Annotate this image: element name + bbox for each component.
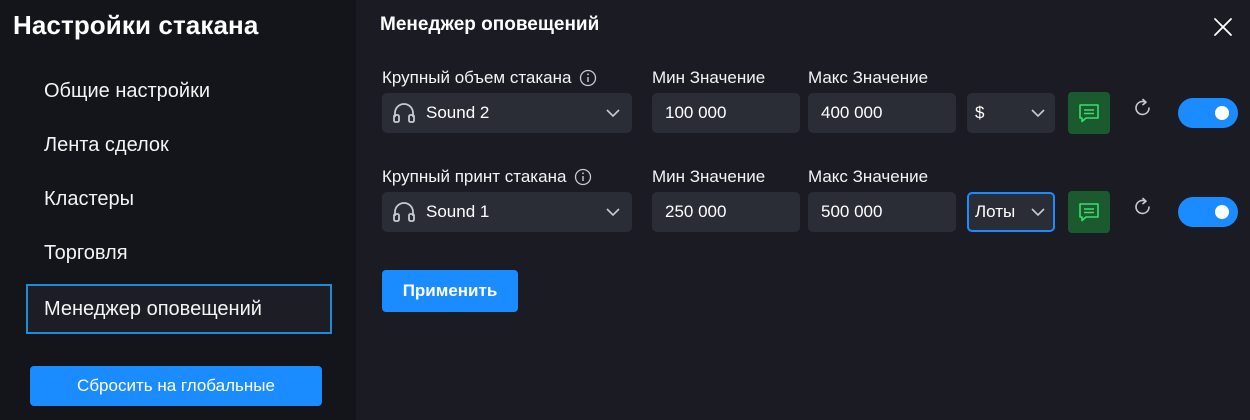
reset-to-global-button[interactable]: Сбросить на глобальные: [30, 366, 322, 406]
chevron-down-icon: [606, 207, 620, 217]
message-button[interactable]: [1068, 92, 1110, 134]
sidebar-item-label: Лента сделок: [44, 133, 169, 156]
sidebar: Настройки стакана Общие настройки Лента …: [0, 0, 356, 420]
max-value-input[interactable]: 500 000: [808, 192, 956, 232]
chevron-down-icon: [1031, 207, 1045, 217]
max-value-label: Макс Значение: [808, 68, 929, 87]
max-value-text: 400 000: [821, 103, 883, 122]
sidebar-item-trading[interactable]: Торговля: [26, 228, 332, 278]
alert-row-label: Крупный принт стакана: [382, 167, 592, 187]
alert-enabled-toggle[interactable]: [1178, 197, 1238, 227]
chevron-down-icon: [606, 108, 620, 118]
max-value-label: Макс Значение: [808, 167, 929, 186]
sidebar-item-label: Торговля: [44, 241, 128, 264]
min-value-input[interactable]: 100 000: [652, 93, 800, 133]
alert-row-label: Крупный объем стакана: [382, 68, 597, 88]
sidebar-item-label: Общие настройки: [44, 79, 210, 102]
min-value-label: Мин Значение: [652, 167, 766, 186]
close-icon: [1214, 18, 1232, 36]
close-button[interactable]: [1210, 14, 1236, 40]
unit-select[interactable]: $: [967, 93, 1055, 133]
refresh-button[interactable]: [1132, 196, 1154, 218]
sidebar-item-alert-manager[interactable]: Менеджер оповещений: [26, 284, 332, 334]
chevron-down-icon: [1031, 108, 1045, 118]
refresh-icon: [1135, 197, 1150, 215]
max-value-text: 500 000: [821, 202, 883, 221]
max-value-input[interactable]: 400 000: [808, 93, 956, 133]
refresh-icon: [1135, 98, 1150, 116]
refresh-button[interactable]: [1132, 97, 1154, 119]
sound-select-value: Sound 2: [426, 103, 490, 122]
min-value-label: Мин Значение: [652, 68, 766, 87]
sidebar-item-general[interactable]: Общие настройки: [26, 66, 332, 116]
sidebar-item-label: Менеджер оповещений: [44, 297, 262, 320]
min-value-text: 250 000: [665, 202, 727, 221]
info-icon[interactable]: [579, 69, 597, 87]
message-button[interactable]: [1068, 191, 1110, 233]
alert-row-label-text: Крупный объем стакана: [382, 68, 572, 87]
sidebar-item-label: Кластеры: [44, 187, 134, 210]
message-icon: [1079, 203, 1099, 222]
alert-row-label-text: Крупный принт стакана: [382, 167, 567, 186]
toggle-knob: [1215, 205, 1229, 219]
info-icon[interactable]: [574, 168, 592, 186]
unit-select-value: $: [975, 103, 985, 122]
min-value-input[interactable]: 250 000: [652, 192, 800, 232]
sidebar-title: Настройки стакана: [13, 10, 259, 40]
sound-select-value: Sound 1: [426, 202, 490, 221]
apply-button[interactable]: Применить: [382, 270, 518, 312]
headphones-icon: [393, 103, 415, 123]
alert-enabled-toggle[interactable]: [1178, 98, 1238, 128]
unit-select-value: Лоты: [975, 202, 1016, 221]
headphones-icon: [393, 202, 415, 222]
min-value-text: 100 000: [665, 103, 727, 122]
unit-select[interactable]: Лоты: [967, 192, 1055, 232]
sidebar-item-clusters[interactable]: Кластеры: [26, 174, 332, 224]
sidebar-item-trades-feed[interactable]: Лента сделок: [26, 120, 332, 170]
sound-select[interactable]: Sound 2: [382, 93, 632, 133]
toggle-knob: [1215, 106, 1229, 120]
message-icon: [1079, 104, 1099, 123]
sound-select[interactable]: Sound 1: [382, 192, 632, 232]
page-title: Менеджер оповещений: [380, 14, 600, 35]
